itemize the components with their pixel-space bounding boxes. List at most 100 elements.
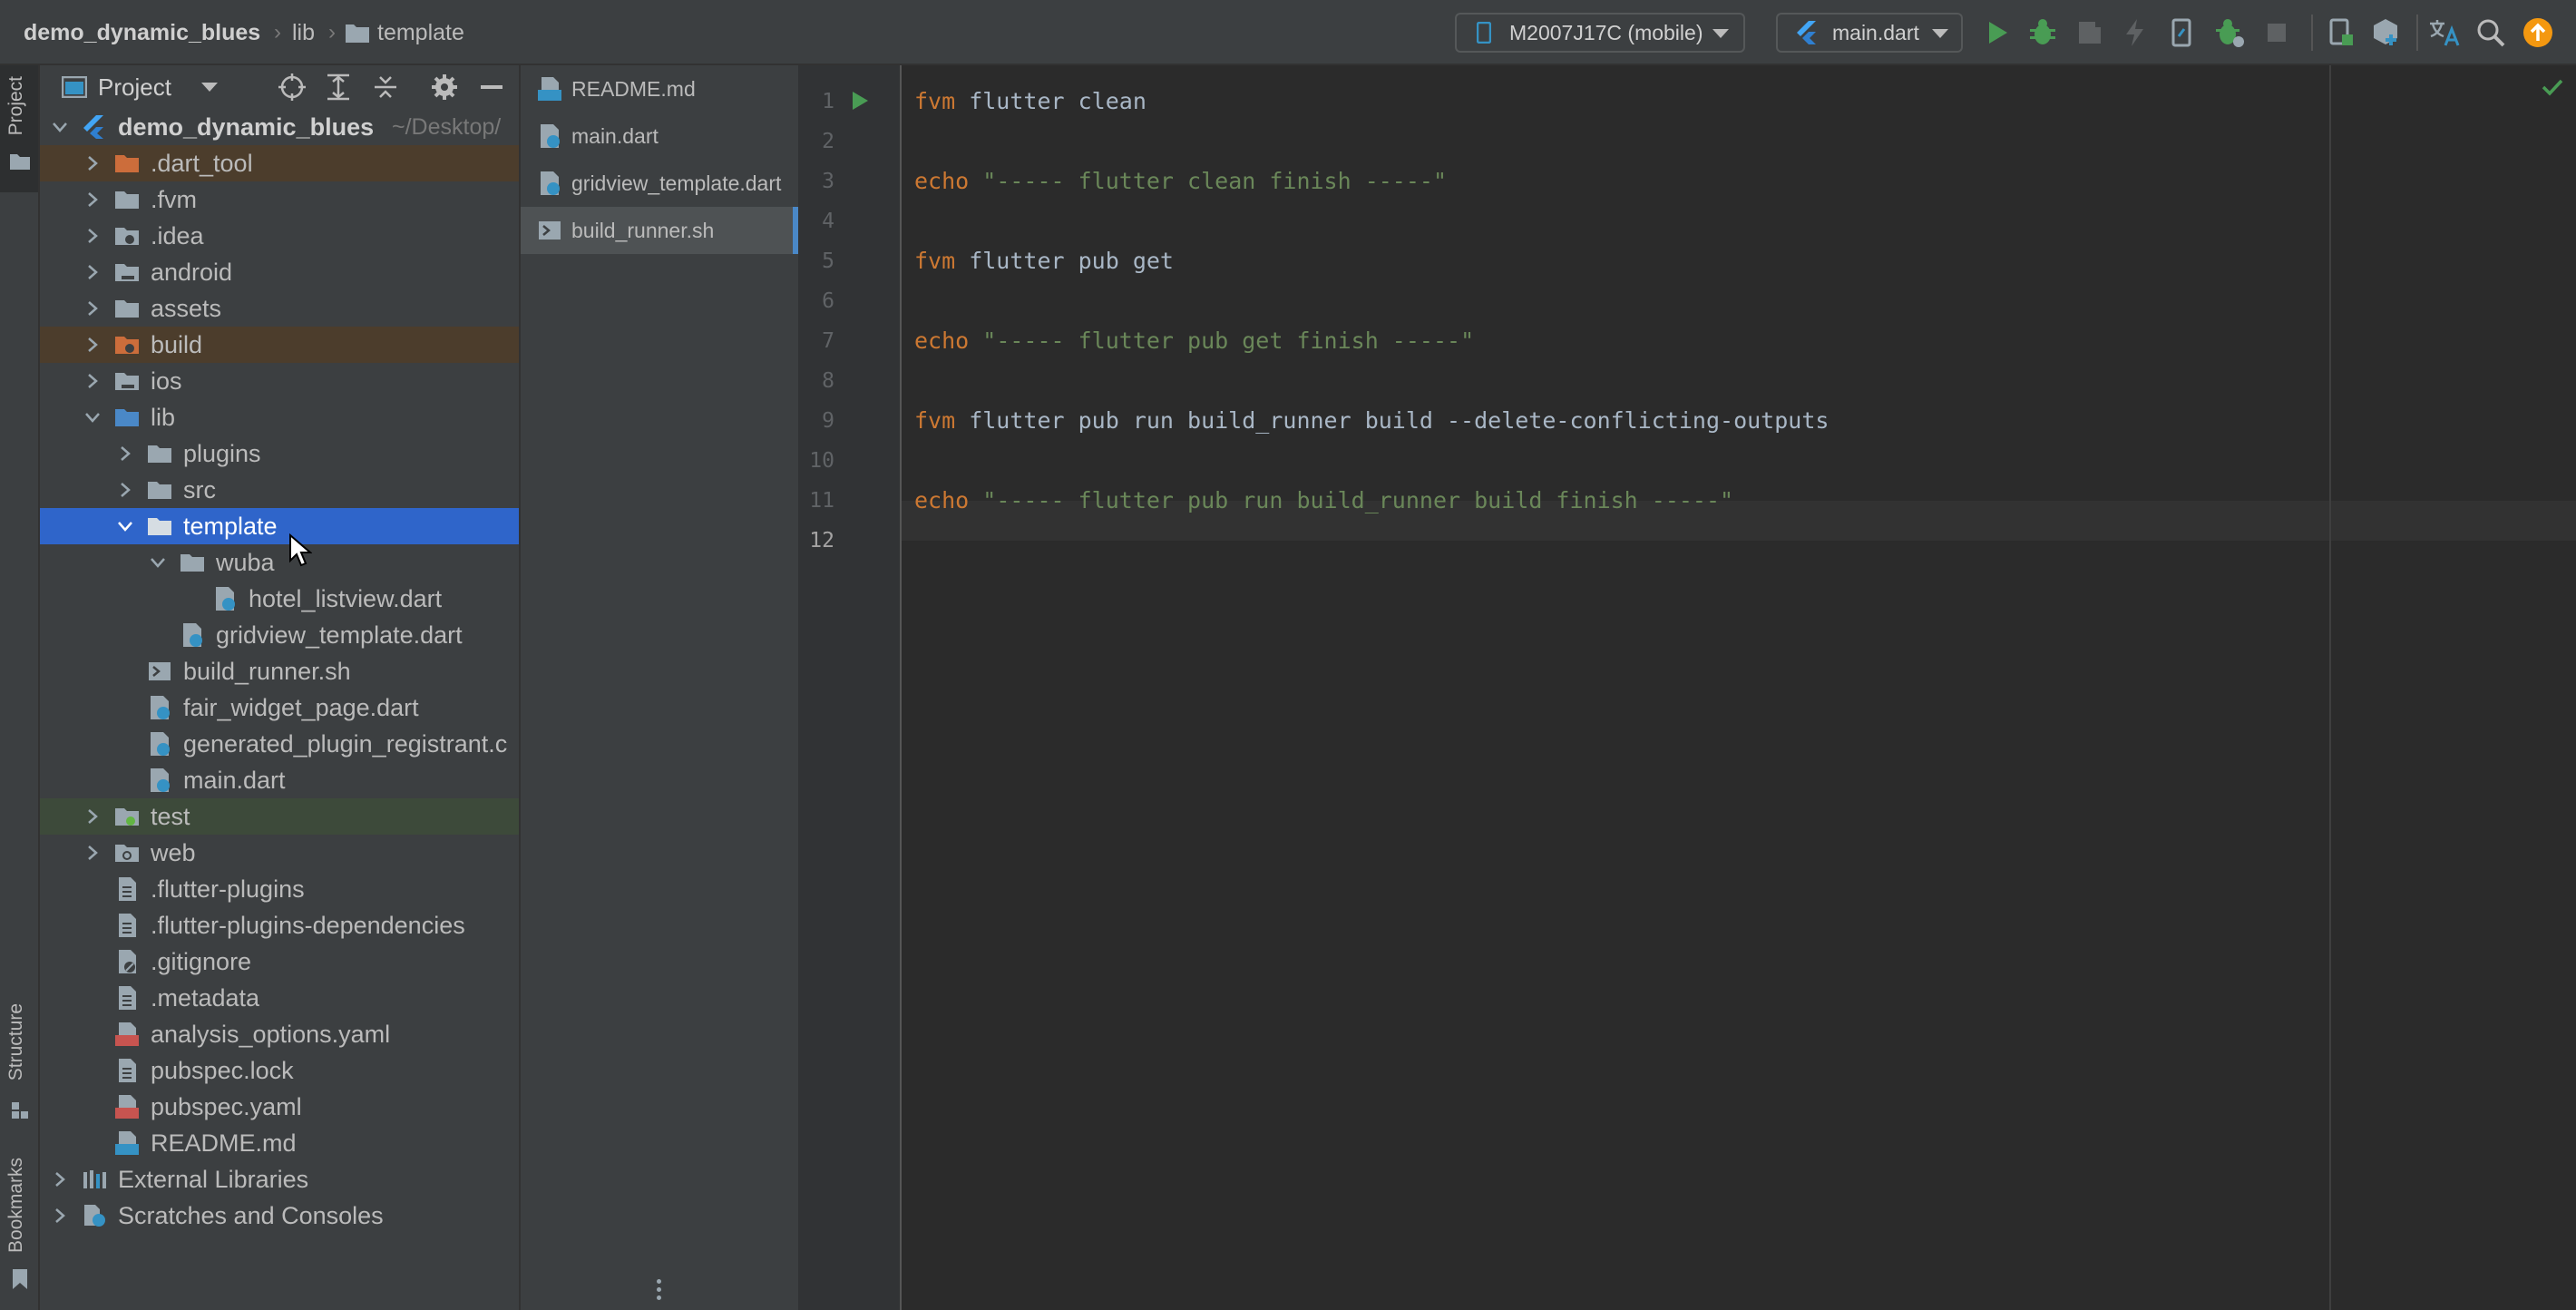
tree-row[interactable]: README.md <box>40 1125 519 1161</box>
chevron-right-icon[interactable] <box>116 445 134 463</box>
tree-row[interactable]: src <box>40 472 519 508</box>
locate-icon[interactable] <box>278 73 307 102</box>
bookmarks-tool-tab[interactable]: Bookmarks <box>5 1158 27 1253</box>
chevron-down-icon[interactable] <box>149 553 167 572</box>
structure-tool-tab[interactable]: Structure <box>5 1003 27 1080</box>
tree-row[interactable]: web <box>40 835 519 871</box>
tree-row[interactable]: android <box>40 254 519 290</box>
tree-row[interactable]: plugins <box>40 435 519 472</box>
chevron-right-icon[interactable] <box>83 336 102 354</box>
device-file-icon[interactable] <box>2166 16 2199 49</box>
tree-row[interactable]: lib <box>40 399 519 435</box>
chevron-down-icon[interactable] <box>83 408 102 426</box>
tree-row[interactable]: assets <box>40 290 519 327</box>
tree-row[interactable]: generated_plugin_registrant.c <box>40 726 519 762</box>
tree-item-label: lib <box>151 404 176 431</box>
tree-row[interactable]: .flutter-plugins-dependencies <box>40 907 519 943</box>
chevron-right-icon[interactable] <box>51 1207 69 1225</box>
editor-tab-gridview[interactable]: gridview_template.dart <box>521 160 798 207</box>
hot-reload-icon[interactable] <box>2119 16 2152 49</box>
project-tool-tab-label[interactable]: Project <box>5 76 27 135</box>
more-tabs-icon[interactable] <box>657 1279 662 1303</box>
tree-row[interactable]: pubspec.yaml <box>40 1089 519 1125</box>
debug-icon[interactable] <box>2026 16 2059 49</box>
tree-item-label: .metadata <box>151 984 260 1012</box>
breadcrumb-project[interactable]: demo_dynamic_blues <box>24 0 260 65</box>
folder-icon <box>148 482 171 499</box>
code-editor[interactable]: fvm flutter clean echo "----- flutter cl… <box>902 65 2576 1310</box>
tree-row[interactable]: .dart_tool <box>40 145 519 181</box>
hide-panel-icon[interactable] <box>481 85 503 89</box>
editor-tab-readme[interactable]: README.md <box>521 65 798 112</box>
breadcrumb-template[interactable]: template <box>377 0 464 65</box>
stop-icon[interactable] <box>2260 16 2293 49</box>
project-view-selector[interactable]: Project <box>98 65 171 109</box>
flutter-module-icon <box>83 115 103 139</box>
toolbar-divider <box>2416 15 2418 51</box>
tree-row[interactable]: .idea <box>40 218 519 254</box>
tree-row[interactable]: test <box>40 798 519 835</box>
module-folder-icon <box>115 373 139 390</box>
chevron-down-icon[interactable] <box>201 83 218 92</box>
tree-row[interactable]: hotel_listview.dart <box>40 581 519 617</box>
tree-row[interactable]: gridview_template.dart <box>40 617 519 653</box>
attach-debugger-icon[interactable] <box>2213 16 2246 49</box>
run-icon[interactable] <box>1981 16 2014 49</box>
chevron-right-icon[interactable] <box>83 844 102 862</box>
chevron-right-icon[interactable] <box>83 263 102 281</box>
tree-row[interactable]: fair_widget_page.dart <box>40 689 519 726</box>
tree-row[interactable]: External Libraries <box>40 1161 519 1198</box>
gear-icon[interactable] <box>430 73 459 102</box>
tree-row[interactable]: .gitignore <box>40 943 519 980</box>
tree-row[interactable]: .fvm <box>40 181 519 218</box>
device-selector[interactable]: M2007J17C (mobile) <box>1455 13 1745 53</box>
tree-row[interactable]: main.dart <box>40 762 519 798</box>
tree-item-label: .idea <box>151 222 204 249</box>
run-config-label: main.dart <box>1832 21 1919 44</box>
chevron-right-icon[interactable] <box>51 1170 69 1188</box>
line-number: 7 <box>822 329 834 353</box>
update-icon[interactable] <box>2522 16 2554 49</box>
tree-row[interactable]: pubspec.lock <box>40 1052 519 1089</box>
tree-row-root[interactable]: demo_dynamic_blues ~/Desktop/ <box>40 109 519 145</box>
project-view-icon <box>62 76 87 98</box>
device-manager-icon[interactable] <box>2324 16 2356 49</box>
breadcrumb-lib[interactable]: lib <box>292 0 315 65</box>
chevron-right-icon[interactable] <box>116 481 134 499</box>
collapse-all-icon[interactable] <box>372 73 399 102</box>
chevron-down-icon[interactable] <box>116 517 134 535</box>
chevron-right-icon[interactable] <box>83 154 102 172</box>
library-icon <box>83 1170 106 1188</box>
chevron-right-icon[interactable] <box>83 807 102 826</box>
tree-row[interactable]: wuba <box>40 544 519 581</box>
tree-row[interactable]: analysis_options.yaml <box>40 1016 519 1052</box>
line-number: 10 <box>809 449 834 473</box>
project-tree: demo_dynamic_blues ~/Desktop/ .dart_tool… <box>40 109 519 1310</box>
tree-item-label: Scratches and Consoles <box>118 1202 384 1229</box>
sdk-manager-icon[interactable] <box>2369 16 2402 49</box>
translate-icon[interactable] <box>2427 16 2460 49</box>
tree-row[interactable]: build <box>40 327 519 363</box>
chevron-right-icon[interactable] <box>83 227 102 245</box>
run-config-selector[interactable]: main.dart <box>1776 13 1963 53</box>
chevron-right-icon[interactable] <box>83 191 102 209</box>
module-folder-icon <box>115 264 139 281</box>
expand-all-icon[interactable] <box>325 73 352 102</box>
tree-row[interactable]: build_runner.sh <box>40 653 519 689</box>
tree-row[interactable]: .flutter-plugins <box>40 871 519 907</box>
chevron-right-icon[interactable] <box>83 299 102 318</box>
search-icon[interactable] <box>2474 16 2507 49</box>
tree-item-label: .dart_tool <box>151 150 253 177</box>
editor-tab-build-runner[interactable]: build_runner.sh <box>521 207 798 254</box>
tree-row[interactable]: .metadata <box>40 980 519 1016</box>
tree-item-label: build <box>151 331 203 358</box>
tree-row[interactable]: Scratches and Consoles <box>40 1198 519 1234</box>
editor-gutter: 1 2 3 4 5 6 7 8 9 10 11 12 <box>798 65 902 1310</box>
chevron-down-icon[interactable] <box>51 118 69 136</box>
run-gutter-icon[interactable] <box>851 91 869 111</box>
tree-row-selected[interactable]: template <box>40 508 519 544</box>
tree-row[interactable]: ios <box>40 363 519 399</box>
chevron-right-icon[interactable] <box>83 372 102 390</box>
coverage-icon[interactable] <box>2073 16 2106 49</box>
editor-tab-main[interactable]: main.dart <box>521 112 798 160</box>
